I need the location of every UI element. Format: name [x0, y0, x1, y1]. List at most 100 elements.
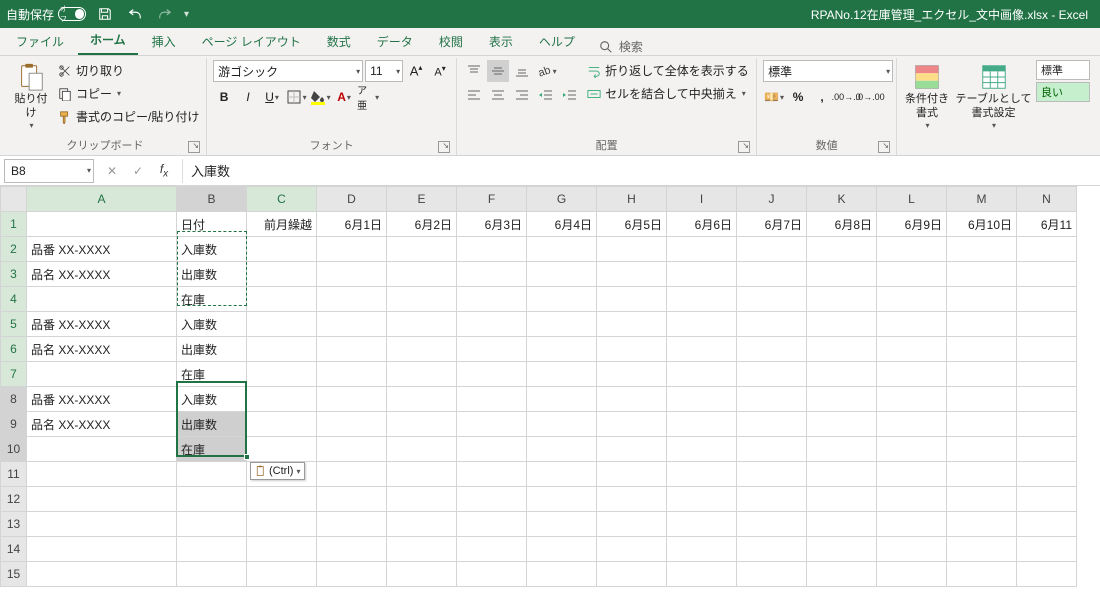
- cell-D9[interactable]: [317, 412, 387, 437]
- cell-H11[interactable]: [597, 462, 667, 487]
- cell-E14[interactable]: [387, 537, 457, 562]
- cell-I3[interactable]: [667, 262, 737, 287]
- italic-button[interactable]: I: [237, 86, 259, 108]
- cell-K10[interactable]: [807, 437, 877, 462]
- cell-K6[interactable]: [807, 337, 877, 362]
- name-box[interactable]: B8▾: [4, 159, 94, 183]
- cell-C12[interactable]: [247, 487, 317, 512]
- cell-H5[interactable]: [597, 312, 667, 337]
- cell-I5[interactable]: [667, 312, 737, 337]
- cell-B7[interactable]: 在庫: [177, 362, 247, 387]
- cell-A12[interactable]: [27, 487, 177, 512]
- cell-K9[interactable]: [807, 412, 877, 437]
- decrease-decimal-button[interactable]: .0→.00: [859, 86, 881, 108]
- col-header-L[interactable]: L: [877, 187, 947, 212]
- tab-review[interactable]: 校閲: [427, 28, 475, 55]
- cell-K4[interactable]: [807, 287, 877, 312]
- cell-N11[interactable]: [1017, 462, 1077, 487]
- cell-H8[interactable]: [597, 387, 667, 412]
- autosave-toggle[interactable]: 自動保存 オフ: [6, 6, 86, 23]
- cell-G8[interactable]: [527, 387, 597, 412]
- tab-pagelayout[interactable]: ページ レイアウト: [190, 28, 313, 55]
- cell-M8[interactable]: [947, 387, 1017, 412]
- cell-N5[interactable]: [1017, 312, 1077, 337]
- cell-D7[interactable]: [317, 362, 387, 387]
- cell-M9[interactable]: [947, 412, 1017, 437]
- cut-button[interactable]: 切り取り: [56, 60, 201, 81]
- cell-N9[interactable]: [1017, 412, 1077, 437]
- cell-F2[interactable]: [457, 237, 527, 262]
- orientation-button[interactable]: ab▾: [535, 60, 557, 82]
- fx-button[interactable]: fx: [152, 159, 176, 183]
- cell-N1[interactable]: 6月11: [1017, 212, 1077, 237]
- cell-E8[interactable]: [387, 387, 457, 412]
- cell-M1[interactable]: 6月10日: [947, 212, 1017, 237]
- cell-L13[interactable]: [877, 512, 947, 537]
- cell-C15[interactable]: [247, 562, 317, 587]
- tab-view[interactable]: 表示: [477, 28, 525, 55]
- search-box[interactable]: 検索: [599, 38, 643, 55]
- cell-A2[interactable]: 品番 XX-XXXX: [27, 237, 177, 262]
- shrink-font-button[interactable]: A▾: [429, 60, 451, 82]
- cell-D6[interactable]: [317, 337, 387, 362]
- fill-handle[interactable]: [244, 454, 250, 460]
- cell-E12[interactable]: [387, 487, 457, 512]
- cell-B15[interactable]: [177, 562, 247, 587]
- cell-L5[interactable]: [877, 312, 947, 337]
- undo-icon[interactable]: [124, 3, 146, 25]
- cell-G3[interactable]: [527, 262, 597, 287]
- cell-H6[interactable]: [597, 337, 667, 362]
- save-icon[interactable]: [94, 3, 116, 25]
- cell-N14[interactable]: [1017, 537, 1077, 562]
- cell-I4[interactable]: [667, 287, 737, 312]
- cell-E6[interactable]: [387, 337, 457, 362]
- cell-J10[interactable]: [737, 437, 807, 462]
- cell-A3[interactable]: 品名 XX-XXXX: [27, 262, 177, 287]
- col-header-B[interactable]: B: [177, 187, 247, 212]
- tab-file[interactable]: ファイル: [4, 28, 76, 55]
- cell-M13[interactable]: [947, 512, 1017, 537]
- cell-D8[interactable]: [317, 387, 387, 412]
- cell-J14[interactable]: [737, 537, 807, 562]
- cell-G13[interactable]: [527, 512, 597, 537]
- increase-decimal-button[interactable]: .00→.0: [835, 86, 857, 108]
- cell-M11[interactable]: [947, 462, 1017, 487]
- cell-G5[interactable]: [527, 312, 597, 337]
- tab-help[interactable]: ヘルプ: [527, 28, 587, 55]
- cell-B14[interactable]: [177, 537, 247, 562]
- col-header-G[interactable]: G: [527, 187, 597, 212]
- cell-J5[interactable]: [737, 312, 807, 337]
- cell-F7[interactable]: [457, 362, 527, 387]
- cell-G14[interactable]: [527, 537, 597, 562]
- cell-A9[interactable]: 品名 XX-XXXX: [27, 412, 177, 437]
- cell-C5[interactable]: [247, 312, 317, 337]
- row-header-8[interactable]: 8: [1, 387, 27, 412]
- cell-C10[interactable]: [247, 437, 317, 462]
- cell-L11[interactable]: [877, 462, 947, 487]
- qat-customize[interactable]: ▾: [184, 9, 189, 20]
- row-header-12[interactable]: 12: [1, 487, 27, 512]
- cell-L4[interactable]: [877, 287, 947, 312]
- cell-B4[interactable]: 在庫: [177, 287, 247, 312]
- cell-A4[interactable]: [27, 287, 177, 312]
- cell-H1[interactable]: 6月5日: [597, 212, 667, 237]
- cell-C1[interactable]: 前月繰越: [247, 212, 317, 237]
- cell-N10[interactable]: [1017, 437, 1077, 462]
- cell-B13[interactable]: [177, 512, 247, 537]
- cell-N2[interactable]: [1017, 237, 1077, 262]
- tab-formulas[interactable]: 数式: [315, 28, 363, 55]
- cell-K3[interactable]: [807, 262, 877, 287]
- cell-E10[interactable]: [387, 437, 457, 462]
- row-header-14[interactable]: 14: [1, 537, 27, 562]
- cell-A1[interactable]: [27, 212, 177, 237]
- cell-E1[interactable]: 6月2日: [387, 212, 457, 237]
- col-header-A[interactable]: A: [27, 187, 177, 212]
- row-header-11[interactable]: 11: [1, 462, 27, 487]
- cell-F10[interactable]: [457, 437, 527, 462]
- dialog-launcher-icon[interactable]: ↘: [188, 141, 200, 153]
- cell-J3[interactable]: [737, 262, 807, 287]
- cell-D10[interactable]: [317, 437, 387, 462]
- cell-D4[interactable]: [317, 287, 387, 312]
- cell-L8[interactable]: [877, 387, 947, 412]
- cell-N8[interactable]: [1017, 387, 1077, 412]
